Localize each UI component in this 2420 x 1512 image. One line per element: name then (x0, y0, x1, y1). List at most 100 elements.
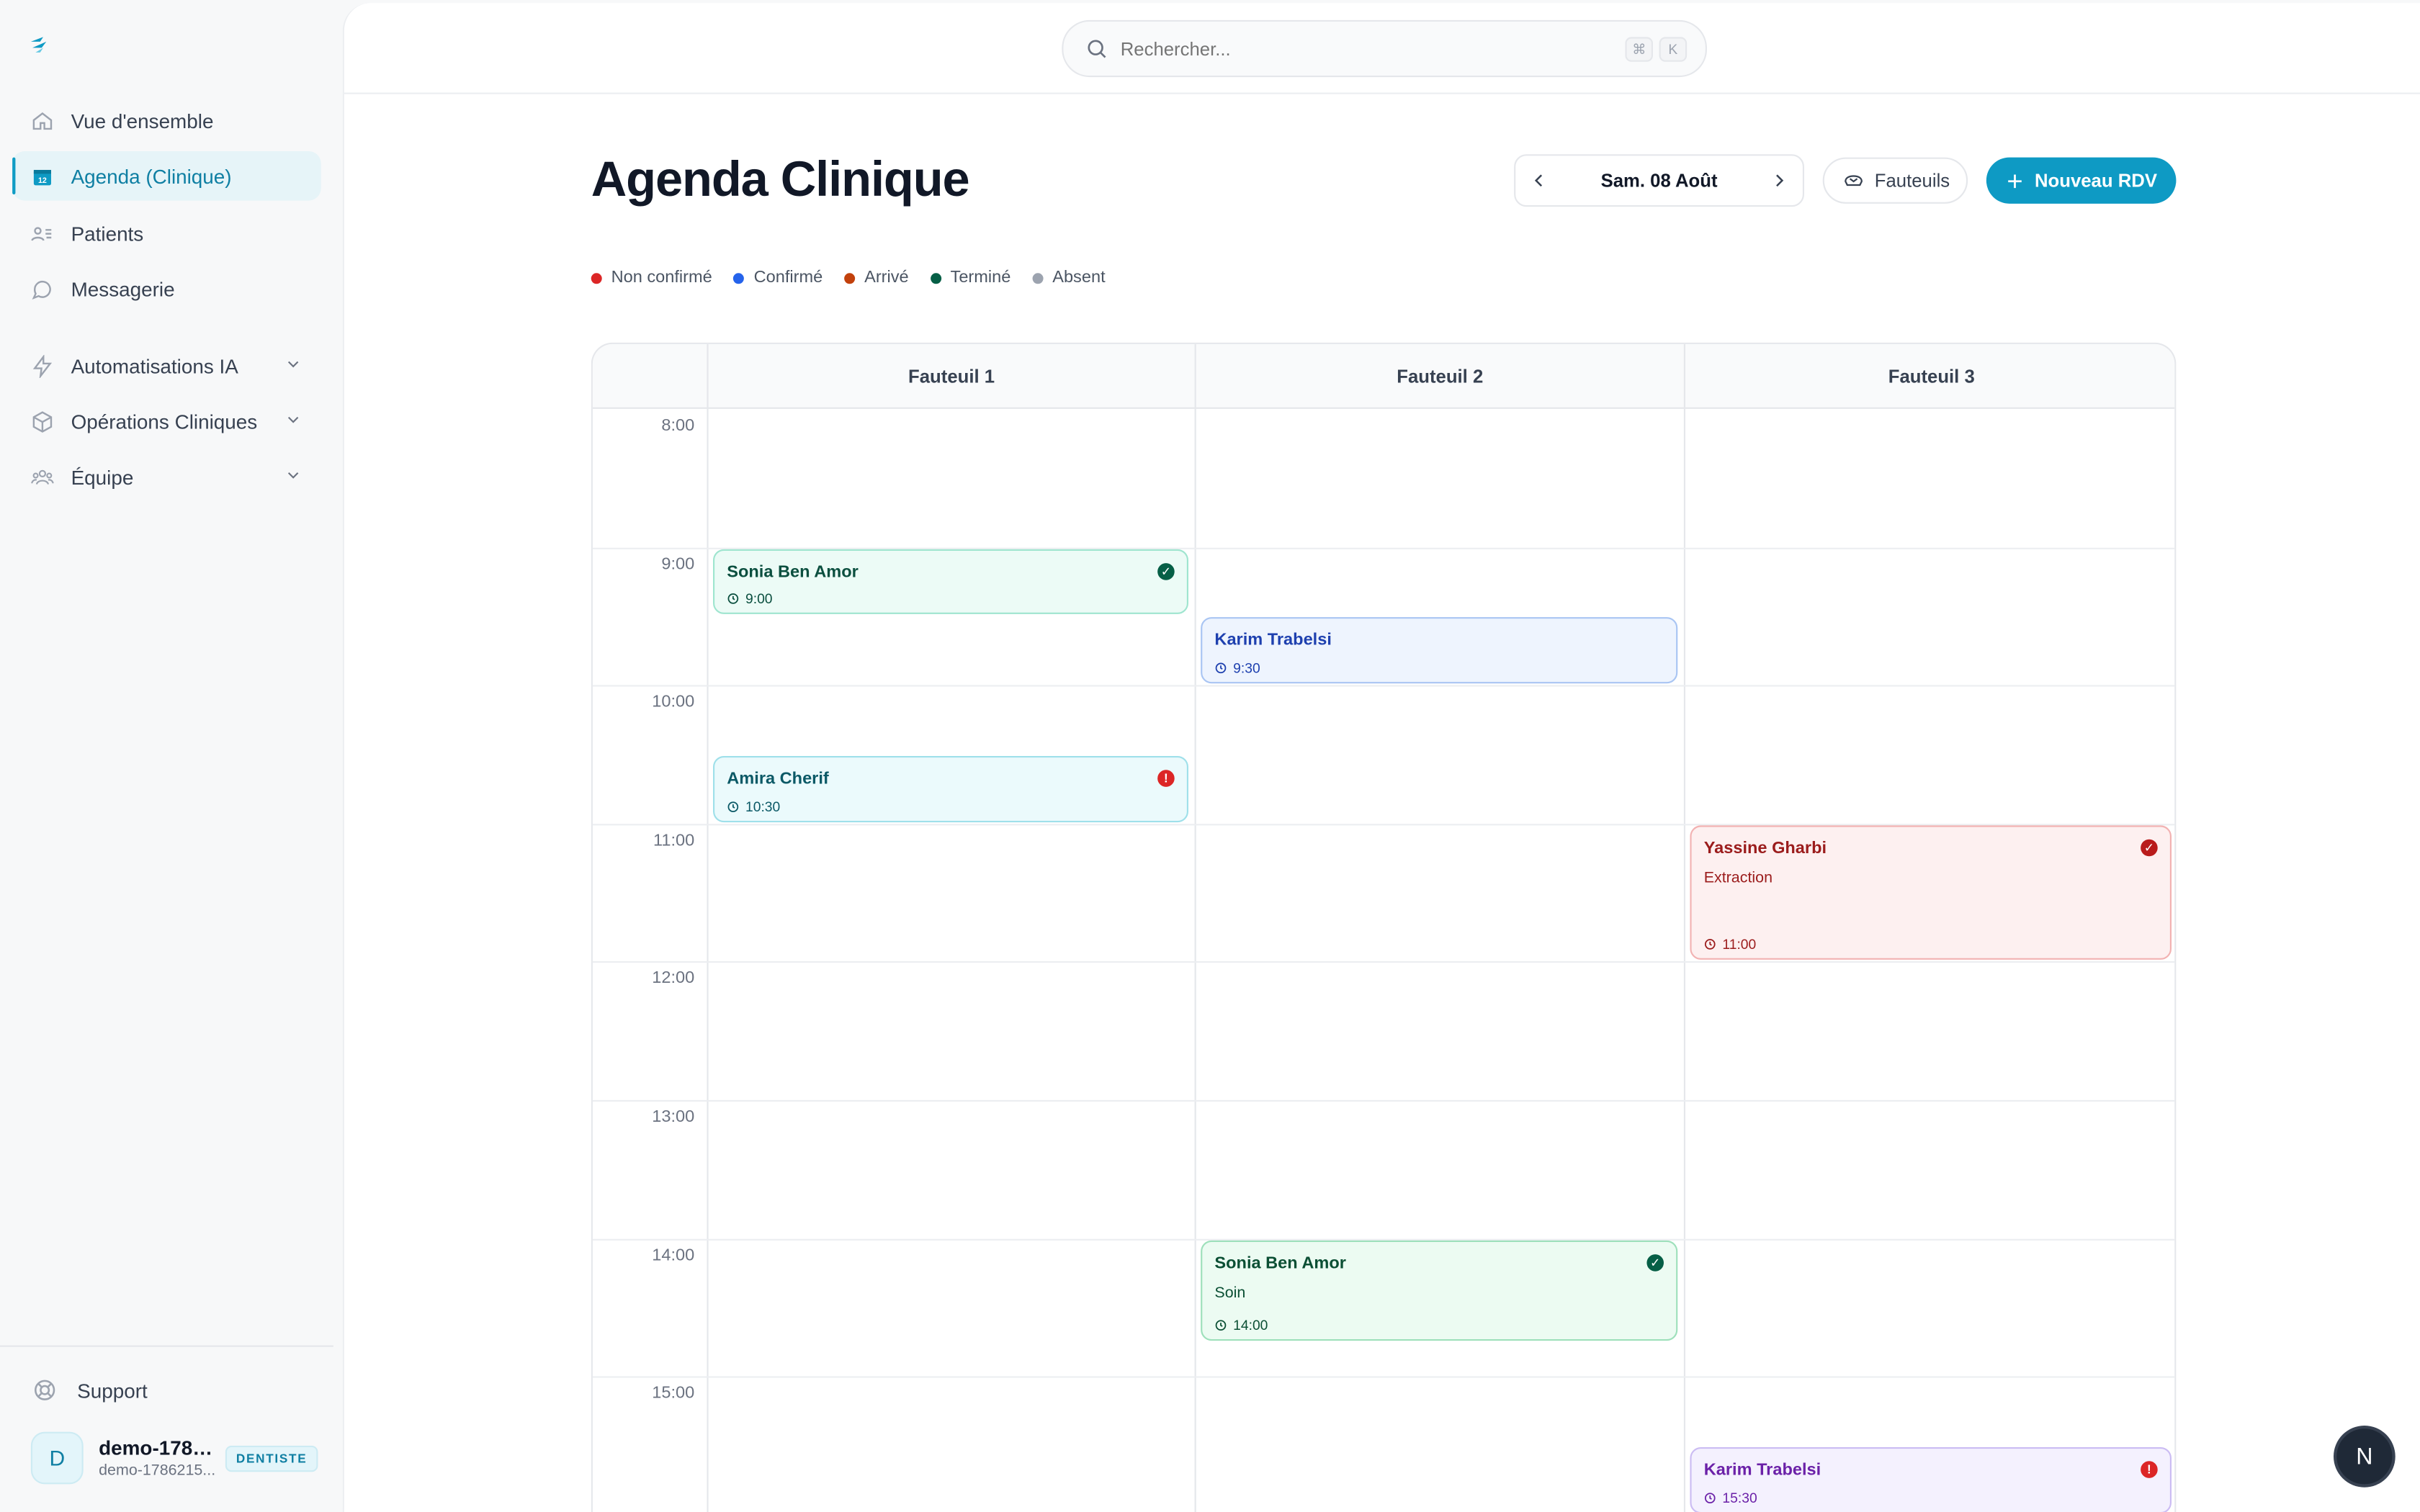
column-header-chair-2: Fauteuil 2 (1194, 343, 1684, 409)
new-appointment-button[interactable]: Nouveau RDV (1986, 157, 2177, 204)
plus-icon (2005, 171, 2025, 191)
appointment-time: 9:30 (1214, 661, 1260, 676)
sidebar-item-team[interactable]: Équipe (12, 452, 321, 502)
clock-icon (1704, 1492, 1716, 1504)
sidebar-item-agenda[interactable]: 12 Agenda (Clinique) (12, 151, 321, 201)
appointment-card[interactable]: Karim Trabelsi 9:30 (1201, 617, 1678, 684)
appointment-card[interactable]: Amira Cherif 10:30! (712, 756, 1188, 822)
legend-label: Non confirmé (611, 268, 712, 287)
column-header-chair-3: Fauteuil 3 (1683, 343, 2174, 409)
appointment-time: 15:30 (1704, 1490, 1757, 1506)
appointment-patient-name: Amira Cherif (727, 770, 829, 788)
legend-label: Absent (1052, 268, 1106, 287)
hour-line (592, 1238, 2175, 1240)
appointment-card[interactable]: Sonia Ben Amor 9:00 ✓ (712, 548, 1188, 615)
legend-dot (844, 272, 856, 284)
time-label: 11:00 (653, 831, 695, 850)
calendar-icon: 12 (28, 162, 56, 190)
column-divider (1194, 408, 1196, 1512)
sidebar-item-patients[interactable]: Patients (12, 208, 321, 258)
alert-icon: ! (2141, 1461, 2158, 1478)
chairs-button[interactable]: Fauteuils (1822, 157, 1968, 204)
hour-line (592, 1376, 2175, 1378)
search-input[interactable] (1120, 37, 1584, 60)
sidebar-item-label: Messagerie (71, 276, 175, 300)
new-appointment-label: Nouveau RDV (2034, 169, 2158, 192)
clock-icon (1704, 939, 1716, 951)
hour-line (592, 546, 2175, 549)
column-divider (1683, 408, 1685, 1512)
legend-dot (930, 272, 941, 284)
chevron-right-icon[interactable] (1769, 170, 1791, 192)
sidebar-item-label: Patients (71, 221, 144, 245)
appointment-time-value: 14:00 (1233, 1317, 1268, 1333)
users-list-icon (28, 219, 56, 247)
chevron-down-icon[interactable] (284, 465, 302, 488)
appointment-card[interactable]: Sonia Ben Amor Soin 14:00 ✓ (1201, 1239, 1678, 1341)
assistant-button[interactable]: N (2336, 1428, 2393, 1485)
sidebar-divider (0, 1345, 333, 1347)
user-name: demo-1786... (99, 1436, 216, 1460)
appointment-time: 11:00 (1704, 937, 1757, 953)
support-label: Support (77, 1378, 148, 1402)
sidebar: Vue d'ensemble 12 Agenda (Clinique) Pati… (0, 0, 333, 1512)
appointment-time-value: 9:30 (1233, 660, 1260, 676)
chevron-down-icon[interactable] (284, 354, 302, 377)
hour-line (592, 685, 2175, 687)
page-title: Agenda Clinique (591, 151, 970, 207)
chevron-down-icon[interactable] (284, 410, 302, 433)
legend-item: Absent (1032, 268, 1106, 287)
appointment-patient-name: Yassine Gharbi (1703, 839, 1827, 858)
logo-icon[interactable] (28, 34, 50, 55)
search-bar[interactable]: ⌘ K (1062, 19, 1707, 78)
legend-dot (733, 272, 745, 284)
sidebar-item-clinical-ops[interactable]: Opérations Cliniques (12, 397, 321, 446)
legend-item: Confirmé (733, 268, 823, 287)
legend-label: Confirmé (753, 268, 823, 287)
avatar: D (30, 1431, 84, 1485)
appointment-card[interactable]: Karim Trabelsi 15:30! (1690, 1446, 2172, 1512)
chevron-left-icon[interactable] (1528, 170, 1549, 192)
appointment-time-value: 11:00 (1722, 937, 1757, 953)
top-bar: ⌘ K (344, 3, 2420, 94)
user-profile[interactable]: D demo-1786... demo-1786215... DENTISTE (30, 1431, 318, 1485)
home-icon (28, 107, 56, 135)
chair-icon (1841, 170, 1865, 192)
time-label: 10:00 (652, 693, 695, 712)
legend-item: Non confirmé (591, 269, 712, 287)
appointment-patient-name: Sonia Ben Amor (1214, 1254, 1346, 1272)
appointment-time-value: 10:30 (745, 798, 781, 814)
time-label: 12:00 (652, 969, 695, 989)
calendar-grid: Fauteuil 1 Fauteuil 2 Fauteuil 3 8:00 9:0… (591, 342, 2177, 1512)
legend-dot (591, 272, 602, 284)
appointment-time-value: 15:30 (1722, 1490, 1757, 1506)
legend-item: Arrivé (844, 269, 909, 287)
calendar-header: Fauteuil 1 Fauteuil 2 Fauteuil 3 (592, 343, 2175, 409)
time-label: 13:00 (652, 1107, 695, 1127)
appointment-card[interactable]: Yassine Gharbi Extraction 11:00 ✓ (1690, 824, 2172, 960)
appointment-time: 10:30 (727, 799, 780, 814)
time-label: 15:00 (652, 1384, 695, 1403)
support-link[interactable]: Support (31, 1376, 148, 1404)
hour-line (592, 1099, 2175, 1102)
sidebar-item-label: Automatisations IA (71, 354, 238, 377)
appointment-type: Extraction (1703, 870, 1773, 887)
clock-icon (727, 593, 739, 606)
sidebar-item-label: Équipe (71, 465, 134, 489)
kbd-k: K (1659, 37, 1688, 62)
search-shortcut: ⌘ K (1619, 37, 1688, 62)
sidebar-item-overview[interactable]: Vue d'ensemble (12, 96, 321, 145)
user-email: demo-1786215... (99, 1462, 216, 1480)
svg-text:12: 12 (37, 176, 46, 184)
chairs-button-label: Fauteuils (1874, 169, 1950, 192)
alert-icon: ! (1157, 770, 1175, 787)
legend-label: Terminé (950, 268, 1011, 287)
appointment-patient-name: Sonia Ben Amor (727, 562, 859, 581)
column-header-chair-1: Fauteuil 1 (707, 343, 1194, 409)
legend-dot (1032, 272, 1044, 284)
status-legend: Non confirmé Confirmé Arrivé Terminé Abs… (591, 269, 1127, 287)
current-date[interactable]: Sam. 08 Août (1601, 170, 1718, 192)
bolt-icon (28, 352, 56, 380)
sidebar-item-automations[interactable]: Automatisations IA (12, 341, 321, 391)
sidebar-item-messaging[interactable]: Messagerie (12, 264, 321, 313)
